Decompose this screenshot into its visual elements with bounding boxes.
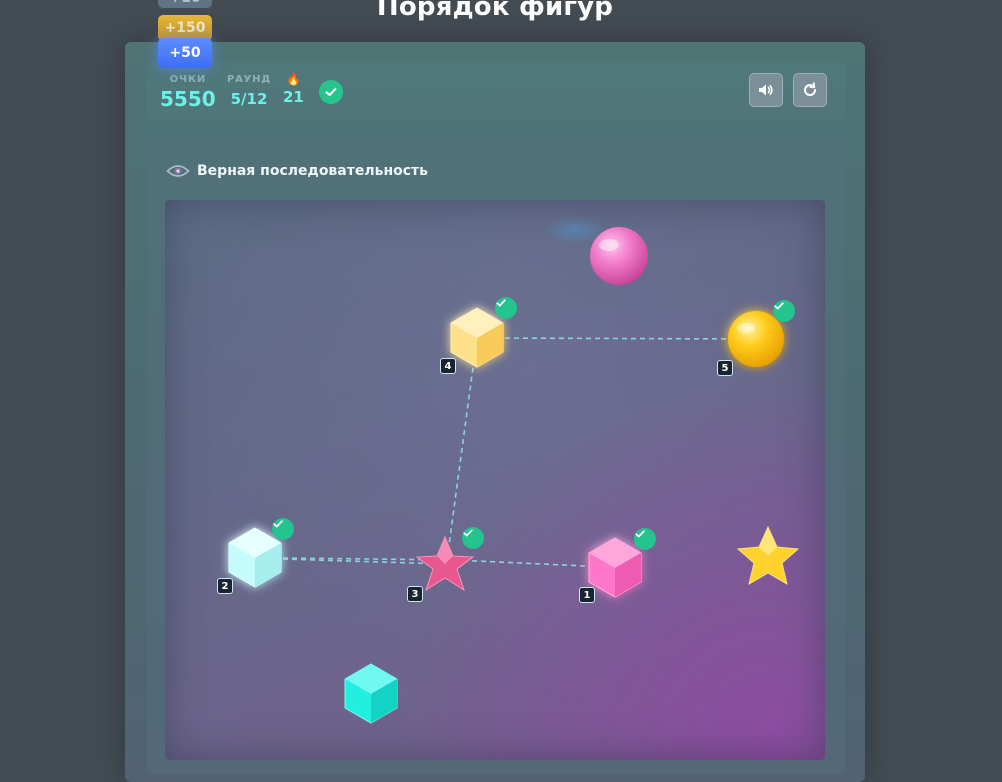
flame-icon: 🔥 [285,72,301,86]
round-label: РАУНД [227,74,272,85]
shape-gold-star[interactable] [736,525,800,586]
streak-value: 21 [283,88,304,106]
restart-button[interactable] [793,73,827,107]
score-popup: +50 [158,38,212,68]
game-board: 4 5 2 3 1 [165,200,825,760]
round-stat: РАУНД 5/12 [227,74,271,108]
show-sequence-toggle[interactable]: Верная последовательность [166,160,428,182]
score-stat: ОЧКИ 5550 [160,74,216,111]
sequence-path [282,337,757,567]
shape-pink-hexagon[interactable] [588,537,642,598]
check-icon [773,300,795,322]
shape-yellow-ball[interactable] [728,311,784,367]
order-badge: 1 [579,587,595,603]
status-check-icon [319,80,343,104]
speaker-icon [759,84,773,96]
check-icon [495,297,517,319]
restart-icon [804,82,817,96]
order-badge: 5 [717,360,733,376]
score-value: 5550 [160,87,216,111]
order-badge: 4 [440,358,456,374]
eye-icon [166,160,190,182]
shape-yellow-hexagon[interactable] [450,307,504,368]
shape-turquoise-hexagon[interactable] [344,663,398,724]
check-icon [462,527,484,549]
shape-light-cyan-hexagon[interactable] [228,527,282,588]
board-canvas [228,216,800,724]
order-badge: 3 [407,586,423,602]
sound-button[interactable] [749,73,783,107]
score-popup: +10 [158,0,212,8]
check-icon [634,528,656,550]
page-title: Порядок фигур [376,0,614,22]
order-badge: 2 [217,578,233,594]
streak-stat: 🔥 21 [283,72,304,106]
round-value: 5/12 [230,90,268,108]
shape-pink-ball[interactable] [590,227,648,285]
hud-bar: ОЧКИ 5550 РАУНД 5/12 🔥 21 [147,62,845,120]
sequence-label: Верная последовательность [197,163,429,179]
check-icon [272,518,294,540]
score-label: ОЧКИ [169,74,206,85]
